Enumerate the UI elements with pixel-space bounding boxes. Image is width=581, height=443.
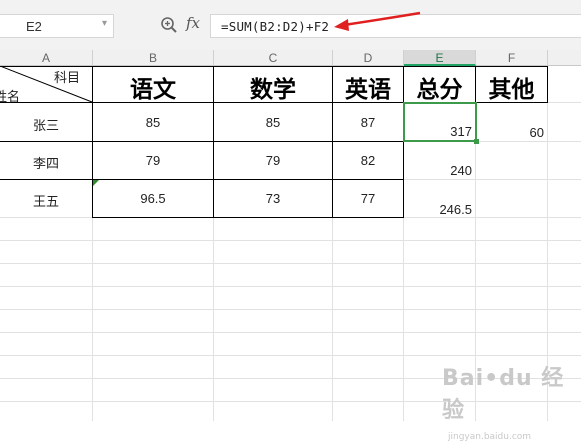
cell-e3[interactable]: 240	[404, 163, 472, 178]
spreadsheet-grid[interactable]: 科目 姓名 语文 数学 英语 总分 其他 张三 85 85 87 317 60 …	[0, 66, 581, 442]
column-header-g[interactable]	[548, 50, 581, 66]
cell-a4[interactable]: 王五	[0, 191, 92, 210]
column-header-a[interactable]: A	[0, 50, 93, 66]
column-header-b[interactable]: B	[93, 50, 214, 66]
cell-b4[interactable]: 96.5	[93, 191, 213, 206]
cell-selection	[403, 102, 477, 142]
cell-d3[interactable]: 82	[333, 153, 403, 168]
name-box[interactable]: E2 ▾	[0, 14, 114, 38]
watermark-logo: Bai•du 经验 jingyan.baidu.com	[442, 366, 565, 442]
zoom-icon[interactable]	[160, 16, 178, 34]
cell-c4[interactable]: 73	[214, 191, 332, 206]
cell-c3[interactable]: 79	[214, 153, 332, 168]
name-box-value: E2	[26, 19, 42, 34]
formula-text: =SUM(B2:D2)+F2	[221, 19, 330, 34]
formula-bar: E2 ▾ fx =SUM(B2:D2)+F2	[0, 0, 581, 50]
column-header-f[interactable]: F	[476, 50, 548, 66]
column-header-d[interactable]: D	[333, 50, 404, 66]
column-header-c[interactable]: C	[214, 50, 333, 66]
cell-b3[interactable]: 79	[93, 153, 213, 168]
cell-e4[interactable]: 246.5	[404, 202, 472, 217]
header-diag-name: 姓名	[0, 89, 21, 104]
column-header-e[interactable]: E	[404, 50, 476, 66]
header-total: 总分	[416, 77, 463, 103]
cell-d2[interactable]: 87	[333, 115, 403, 130]
fx-icon[interactable]: fx	[186, 14, 200, 32]
header-math: 数学	[250, 77, 296, 103]
cell-error-marker	[93, 180, 99, 186]
cell-c2[interactable]: 85	[214, 115, 332, 130]
header-english: 英语	[345, 77, 391, 103]
header-diag-subject: 科目	[54, 70, 81, 85]
fill-handle[interactable]	[474, 139, 479, 144]
red-arrow-annotation	[334, 11, 421, 31]
header-chinese: 语文	[130, 77, 176, 103]
cell-a3[interactable]: 李四	[0, 153, 92, 172]
chevron-down-icon[interactable]: ▾	[102, 18, 107, 29]
cell-d4[interactable]: 77	[333, 191, 403, 206]
header-other: 其他	[488, 77, 535, 103]
cell-a2[interactable]: 张三	[0, 115, 92, 134]
cell-b2[interactable]: 85	[93, 115, 213, 130]
cell-f2[interactable]: 60	[476, 125, 544, 140]
